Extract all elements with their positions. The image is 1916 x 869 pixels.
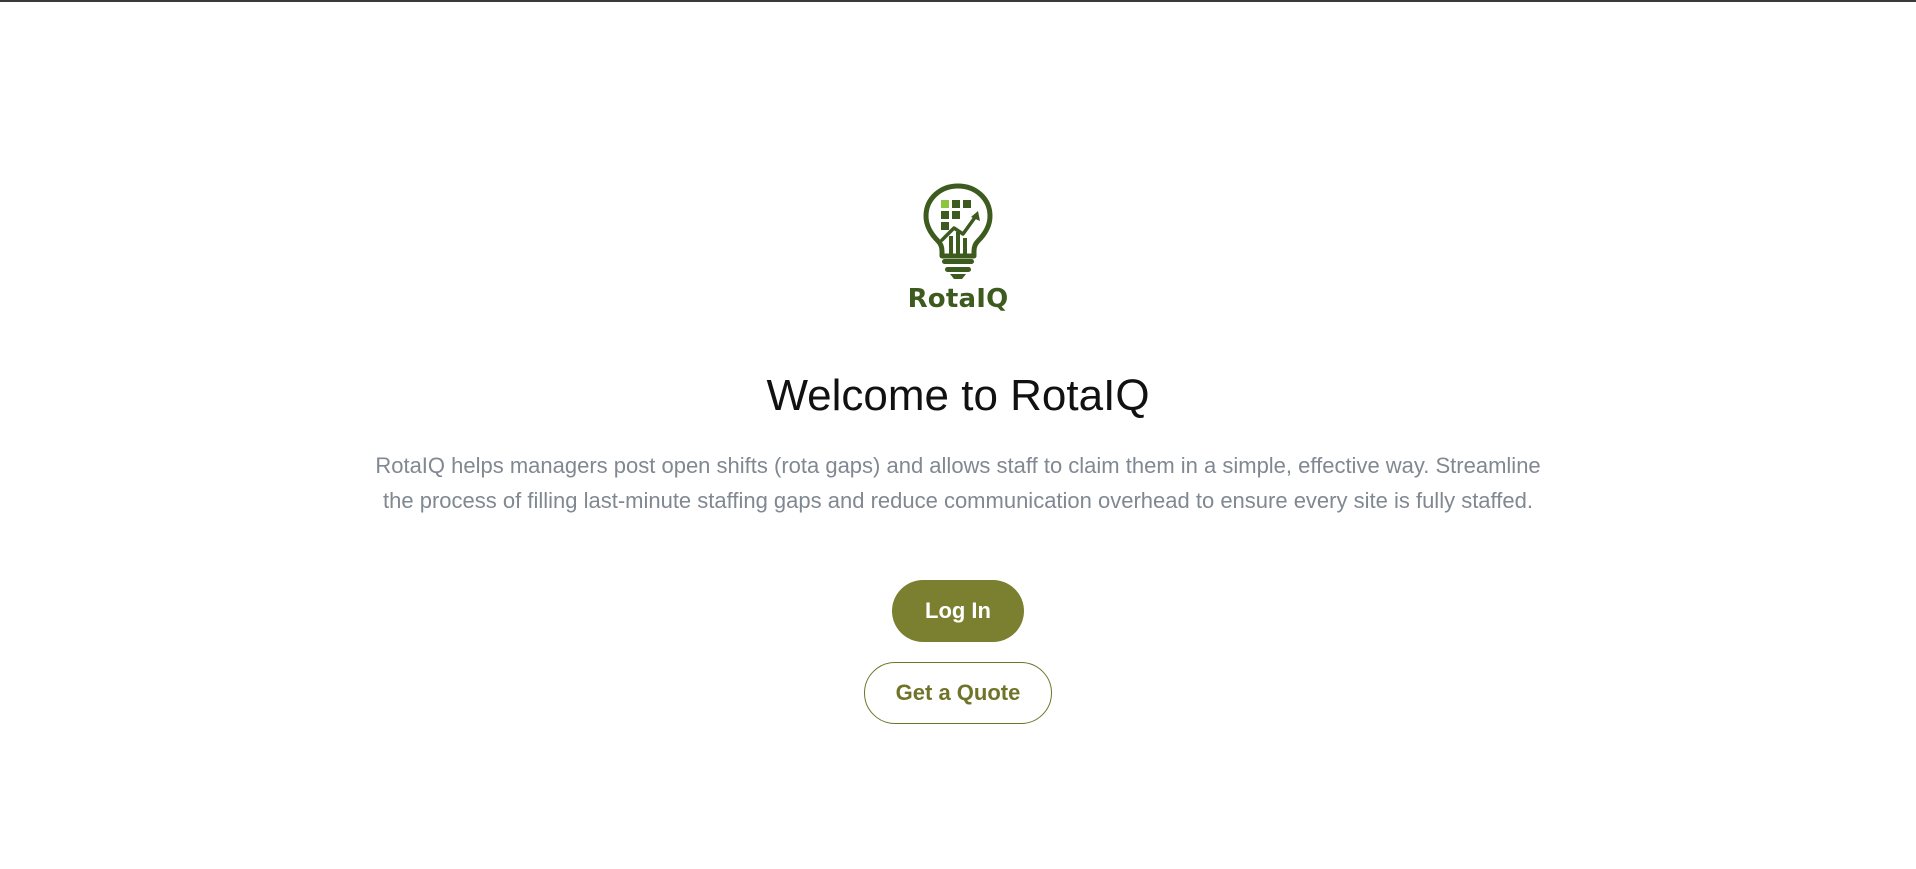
lightbulb-chart-icon — [923, 183, 993, 279]
get-quote-button[interactable]: Get a Quote — [864, 662, 1052, 724]
hero-description: RotaIQ helps managers post open shifts (… — [375, 453, 1541, 513]
login-button[interactable]: Log In — [892, 580, 1024, 642]
logo-text: RotaIQ — [907, 284, 1009, 314]
brand-logo: RotaIQ — [908, 180, 1009, 314]
landing-page: RotaIQ Welcome to RotaIQ RotaIQ helps ma… — [0, 0, 1916, 869]
hero-section: RotaIQ Welcome to RotaIQ RotaIQ helps ma… — [0, 0, 1916, 724]
page-title: Welcome to RotaIQ — [766, 371, 1150, 420]
